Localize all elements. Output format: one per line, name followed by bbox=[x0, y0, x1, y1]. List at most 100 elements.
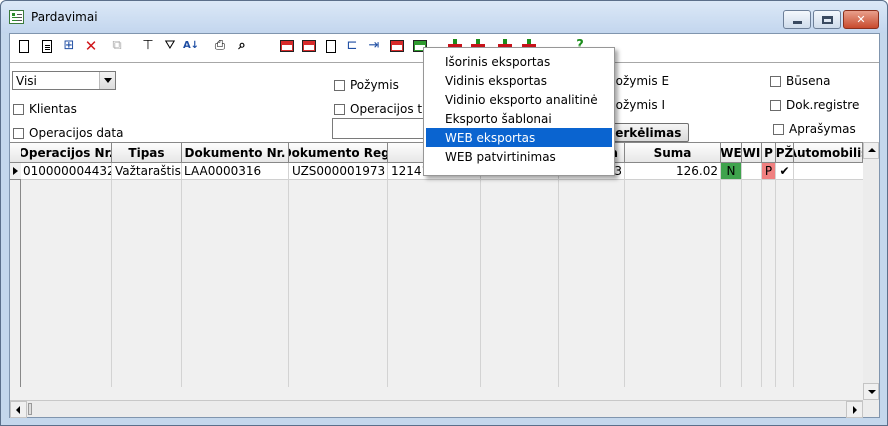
checkbox-operacijos-data[interactable]: Operacijos data bbox=[13, 126, 123, 140]
grid-line bbox=[741, 163, 742, 387]
grid-line bbox=[111, 163, 112, 387]
maximize-button[interactable] bbox=[813, 10, 841, 29]
tree-icon[interactable]: ⊞ bbox=[61, 38, 77, 54]
title-bar[interactable]: Pardavimai ✕ bbox=[1, 1, 887, 33]
col-header-automobilis[interactable]: Automobilis bbox=[794, 143, 863, 163]
table-cell-automobilis[interactable] bbox=[794, 163, 863, 180]
col-header-wi[interactable]: WI bbox=[742, 143, 762, 163]
row-indicator[interactable] bbox=[10, 163, 21, 180]
arrow-left-icon bbox=[16, 406, 20, 414]
link-icon[interactable]: ⊏ bbox=[344, 38, 360, 54]
copy-icon[interactable]: ⧉ bbox=[109, 38, 125, 54]
period-select[interactable]: Visi bbox=[12, 71, 116, 90]
table-cell-p[interactable]: P bbox=[762, 163, 775, 180]
checkbox-box[interactable] bbox=[770, 75, 781, 87]
col-header-pz[interactable]: PŽ bbox=[776, 143, 794, 163]
calendar-icon[interactable] bbox=[389, 38, 405, 54]
checkbox-operacijos-tipas[interactable]: Operacijos tip bbox=[334, 102, 433, 116]
label-pozymis-i: požymis I bbox=[608, 98, 665, 112]
hierarchy-icon[interactable]: ⊤ bbox=[140, 38, 156, 54]
checkbox-box[interactable] bbox=[13, 127, 24, 139]
table-cell-we[interactable]: N bbox=[721, 163, 741, 180]
grid-line bbox=[181, 163, 182, 387]
table-cell-operacijos-nr[interactable]: 010000004432 bbox=[21, 163, 111, 180]
main-window: Pardavimai ✕ ⊞ ✕ ⧉ ⊤ ⛛ A↓ ⎙ ⌕ ⊏ ⇥ ? Visi… bbox=[0, 0, 888, 426]
table-cell-suma[interactable]: 126.02 bbox=[625, 163, 720, 180]
table-cell-dokumento-nr[interactable]: LAA0000316 bbox=[182, 163, 288, 180]
calendar-icon[interactable] bbox=[301, 38, 317, 54]
col-header-dokumento-nr[interactable]: Dokumento Nr. bbox=[182, 143, 289, 163]
filter-icon[interactable]: ⛛ bbox=[162, 38, 178, 54]
col-header-we[interactable]: WE bbox=[721, 143, 742, 163]
col-header-tipas[interactable]: Tipas bbox=[112, 143, 182, 163]
menu-item-vidinis-eksportas[interactable]: Vidinis eksportas bbox=[426, 71, 612, 90]
horizontal-scrollbar[interactable] bbox=[10, 400, 863, 418]
app-icon bbox=[9, 10, 24, 24]
scroll-right-button[interactable] bbox=[846, 401, 863, 418]
grid-line bbox=[558, 163, 559, 387]
menu-item-web-patvirtinimas[interactable]: WEB patvirtinimas bbox=[426, 147, 612, 166]
grid-line bbox=[775, 163, 776, 387]
document-icon[interactable] bbox=[39, 38, 55, 54]
sort-az-icon[interactable]: A↓ bbox=[183, 38, 199, 54]
grid-line bbox=[761, 163, 762, 387]
grid-line bbox=[288, 163, 289, 387]
col-header-suma[interactable]: Suma bbox=[625, 143, 721, 163]
col-header-operacijos-nr[interactable]: Operacijos Nr. bbox=[21, 143, 112, 163]
maximize-icon bbox=[821, 15, 833, 24]
arrow-up-icon bbox=[868, 148, 876, 152]
minimize-button[interactable] bbox=[783, 10, 811, 29]
checkbox-klientas[interactable]: Klientas bbox=[13, 102, 77, 116]
find-icon[interactable]: ⌕ bbox=[234, 38, 250, 54]
calendar-icon[interactable] bbox=[279, 38, 295, 54]
table-cell-wi[interactable] bbox=[742, 163, 761, 180]
arrow-down-icon bbox=[868, 390, 876, 394]
checkbox-box[interactable] bbox=[334, 103, 345, 115]
checkbox-box[interactable] bbox=[773, 123, 784, 135]
delete-icon[interactable]: ✕ bbox=[83, 38, 99, 54]
menu-item-web-eksportas[interactable]: WEB eksportas bbox=[426, 128, 612, 147]
checkbox-label: Požymis bbox=[350, 78, 399, 92]
scroll-down-button[interactable] bbox=[863, 383, 879, 400]
scroll-left-button[interactable] bbox=[10, 401, 27, 418]
export-context-menu: Išorinis eksportas Vidinis eksportas Vid… bbox=[423, 47, 615, 176]
export-icon[interactable]: ⇥ bbox=[366, 38, 382, 54]
checkbox-pozymis[interactable]: Požymis bbox=[334, 78, 399, 92]
new-document-icon[interactable] bbox=[16, 38, 32, 54]
table-cell-tipas[interactable]: Važtaraštis bbox=[112, 163, 181, 180]
checkbox-label: Aprašymas bbox=[789, 122, 856, 136]
col-header-p[interactable]: P bbox=[762, 143, 776, 163]
scroll-thumb[interactable] bbox=[28, 403, 32, 415]
checkbox-label: Dok.registre bbox=[786, 98, 860, 112]
print-icon[interactable]: ⎙ bbox=[212, 38, 228, 54]
col-header-dokumento-reg[interactable]: Dokumento Reg. bbox=[289, 143, 388, 163]
checkbox-box[interactable] bbox=[13, 103, 24, 115]
operation-type-input[interactable] bbox=[332, 118, 424, 139]
page-icon[interactable] bbox=[323, 38, 339, 54]
menu-item-eksporto-sablonai[interactable]: Eksporto šablonai bbox=[426, 109, 612, 128]
menu-item-vidinio-eksporto-analitine[interactable]: Vidinio eksporto analitinė bbox=[426, 90, 612, 109]
label-pozymis-e: požymis E bbox=[608, 74, 669, 88]
table-cell-dokumento-reg[interactable]: UZS000001973 bbox=[289, 163, 387, 180]
menu-item-isorinis-eksportas[interactable]: Išorinis eksportas bbox=[426, 52, 612, 71]
window-title: Pardavimai bbox=[31, 10, 98, 24]
checkbox-dok-registre[interactable]: Dok.registre bbox=[770, 98, 859, 112]
checkbox-box[interactable] bbox=[334, 79, 345, 91]
minimize-icon bbox=[792, 21, 802, 24]
chevron-down-icon[interactable] bbox=[99, 72, 115, 89]
close-icon: ✕ bbox=[856, 13, 866, 26]
checkbox-busena[interactable]: Būsena bbox=[770, 74, 830, 88]
checkbox-aprasymas[interactable]: Aprašymas bbox=[773, 122, 856, 136]
scrollbar-corner bbox=[863, 400, 879, 417]
sales-grid[interactable]: Operacijos Nr. Tipas Dokumento Nr. Dokum… bbox=[10, 142, 879, 402]
vertical-scrollbar[interactable] bbox=[863, 142, 879, 400]
checkbox-label: Operacijos tip bbox=[350, 102, 434, 116]
scroll-up-button[interactable] bbox=[863, 142, 879, 159]
grid-corner bbox=[10, 143, 21, 163]
checkbox-box[interactable] bbox=[770, 99, 781, 111]
current-row-icon bbox=[13, 167, 18, 175]
close-button[interactable]: ✕ bbox=[843, 10, 879, 29]
arrow-right-icon bbox=[853, 406, 857, 414]
grid-line bbox=[793, 163, 794, 387]
table-cell-pz[interactable]: ✔ bbox=[776, 163, 793, 180]
